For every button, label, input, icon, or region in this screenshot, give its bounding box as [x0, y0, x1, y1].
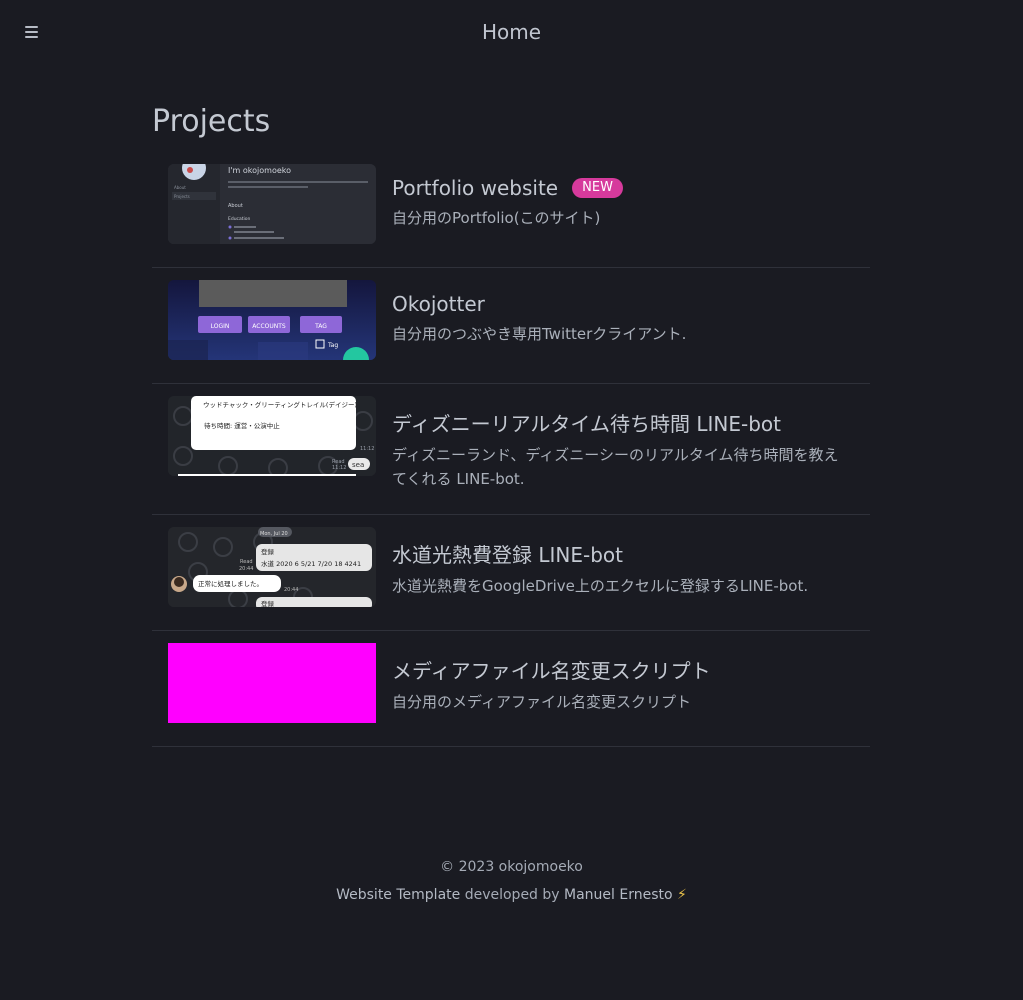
project-description: 自分用のPortfolio(このサイト) [392, 209, 601, 227]
thumb-bubble: sea [352, 461, 364, 469]
project-title[interactable]: Okojotter [392, 292, 686, 316]
project-description: 自分用のつぶやき専用Twitterクライアント. [392, 325, 687, 343]
thumb-date: Mon, Jul 20 [260, 531, 288, 537]
project-item-disney-bot[interactable]: ウッドチャック・グリーティングトレイル(デイジー) 待ち時間: 運営・公演中止 … [152, 384, 870, 515]
thumb-label1: 登録 [261, 547, 275, 556]
footer: © 2023 okojomoeko Website Template devel… [0, 856, 1023, 912]
project-title-text[interactable]: Okojotter [392, 292, 485, 316]
thumb-heading: I'm okojomoeko [228, 166, 291, 175]
project-item-portfolio[interactable]: About Projects I'm okojomoeko About Educ… [152, 152, 870, 268]
project-item-rename-script[interactable]: メディアファイル名変更スクリプト 自分用のメディアファイル名変更スクリプト [152, 631, 870, 747]
top-bar: Home [0, 0, 1023, 66]
page-title: Projects [152, 104, 271, 139]
project-description: 自分用のメディアファイル名変更スクリプト [392, 693, 691, 711]
thumb-reply: 正常に処理しました。 [198, 579, 263, 588]
thumb-attraction: ウッドチャック・グリーティングトレイル(デイジー) [203, 400, 357, 409]
thumb-section: About [228, 203, 243, 209]
author-link[interactable]: Manuel Ernesto [564, 887, 673, 903]
project-title-text[interactable]: 水道光熱費登録 LINE-bot [392, 539, 623, 568]
credit-line: Website Template developed by Manuel Ern… [0, 884, 1023, 912]
project-thumbnail[interactable] [168, 643, 376, 723]
thumb-entry: 水道 2020 6 5/21 7/20 18 4241 [261, 559, 361, 568]
project-thumbnail[interactable]: Mon, Jul 20 登録 水道 2020 6 5/21 7/20 18 42… [168, 527, 376, 607]
thumb-tag: TAG [314, 323, 327, 330]
project-title-text[interactable]: Portfolio website [392, 176, 558, 200]
thumb-accounts: ACCOUNTS [252, 323, 286, 330]
thumb-login: LOGIN [211, 323, 230, 330]
project-title[interactable]: ディズニーリアルタイム待ち時間 LINE-bot [392, 408, 842, 437]
project-item-okojotter[interactable]: LOGIN ACCOUNTS TAG Tag Okojotter 自分用のつぶや… [152, 268, 870, 384]
thumb-label2: 登録 [261, 599, 275, 607]
project-title[interactable]: Portfolio website NEW [392, 176, 623, 200]
project-description: 水道光熱費をGoogleDrive上のエクセルに登録するLINE-bot. [392, 577, 809, 595]
project-thumbnail[interactable]: LOGIN ACCOUNTS TAG Tag [168, 280, 376, 360]
project-item-utility-bot[interactable]: Mon, Jul 20 登録 水道 2020 6 5/21 7/20 18 42… [152, 515, 870, 631]
thumb-time: 11:12 [360, 446, 374, 452]
project-description: ディズニーランド、ディズニーシーのリアルタイム待ち時間を教えてくれる LINE-… [392, 446, 839, 488]
project-list: About Projects I'm okojomoeko About Educ… [152, 152, 870, 747]
thumb-wait: 待ち時間: 運営・公演中止 [204, 421, 280, 430]
project-title-text[interactable]: メディアファイル名変更スクリプト [392, 655, 711, 684]
header-title[interactable]: Home [0, 20, 1023, 44]
thumb-time2: 11:12 [332, 465, 346, 471]
thumb-nav-projects: Projects [174, 194, 190, 199]
thumb-read: Read [240, 559, 253, 565]
thumb-nav-about: About [174, 185, 186, 190]
project-thumbnail[interactable]: ウッドチャック・グリーティングトレイル(デイジー) 待ち時間: 運営・公演中止 … [168, 396, 376, 476]
developed-by-text: developed by [460, 887, 565, 903]
thumb-subsection: Education [228, 216, 251, 222]
project-title[interactable]: メディアファイル名変更スクリプト [392, 655, 711, 684]
lightning-icon: ⚡ [677, 887, 687, 903]
project-title-text[interactable]: ディズニーリアルタイム待ち時間 LINE-bot [392, 408, 781, 437]
copyright: © 2023 okojomoeko [440, 859, 583, 875]
thumb-tag-label: Tag [327, 342, 338, 349]
project-thumbnail[interactable]: About Projects I'm okojomoeko About Educ… [168, 164, 376, 244]
thumb-time: 20:44 [239, 566, 253, 572]
project-title[interactable]: 水道光熱費登録 LINE-bot [392, 539, 808, 568]
website-template-link[interactable]: Website Template [336, 887, 460, 903]
new-badge: NEW [572, 178, 623, 198]
thumb-time2: 20:44 [284, 587, 298, 593]
